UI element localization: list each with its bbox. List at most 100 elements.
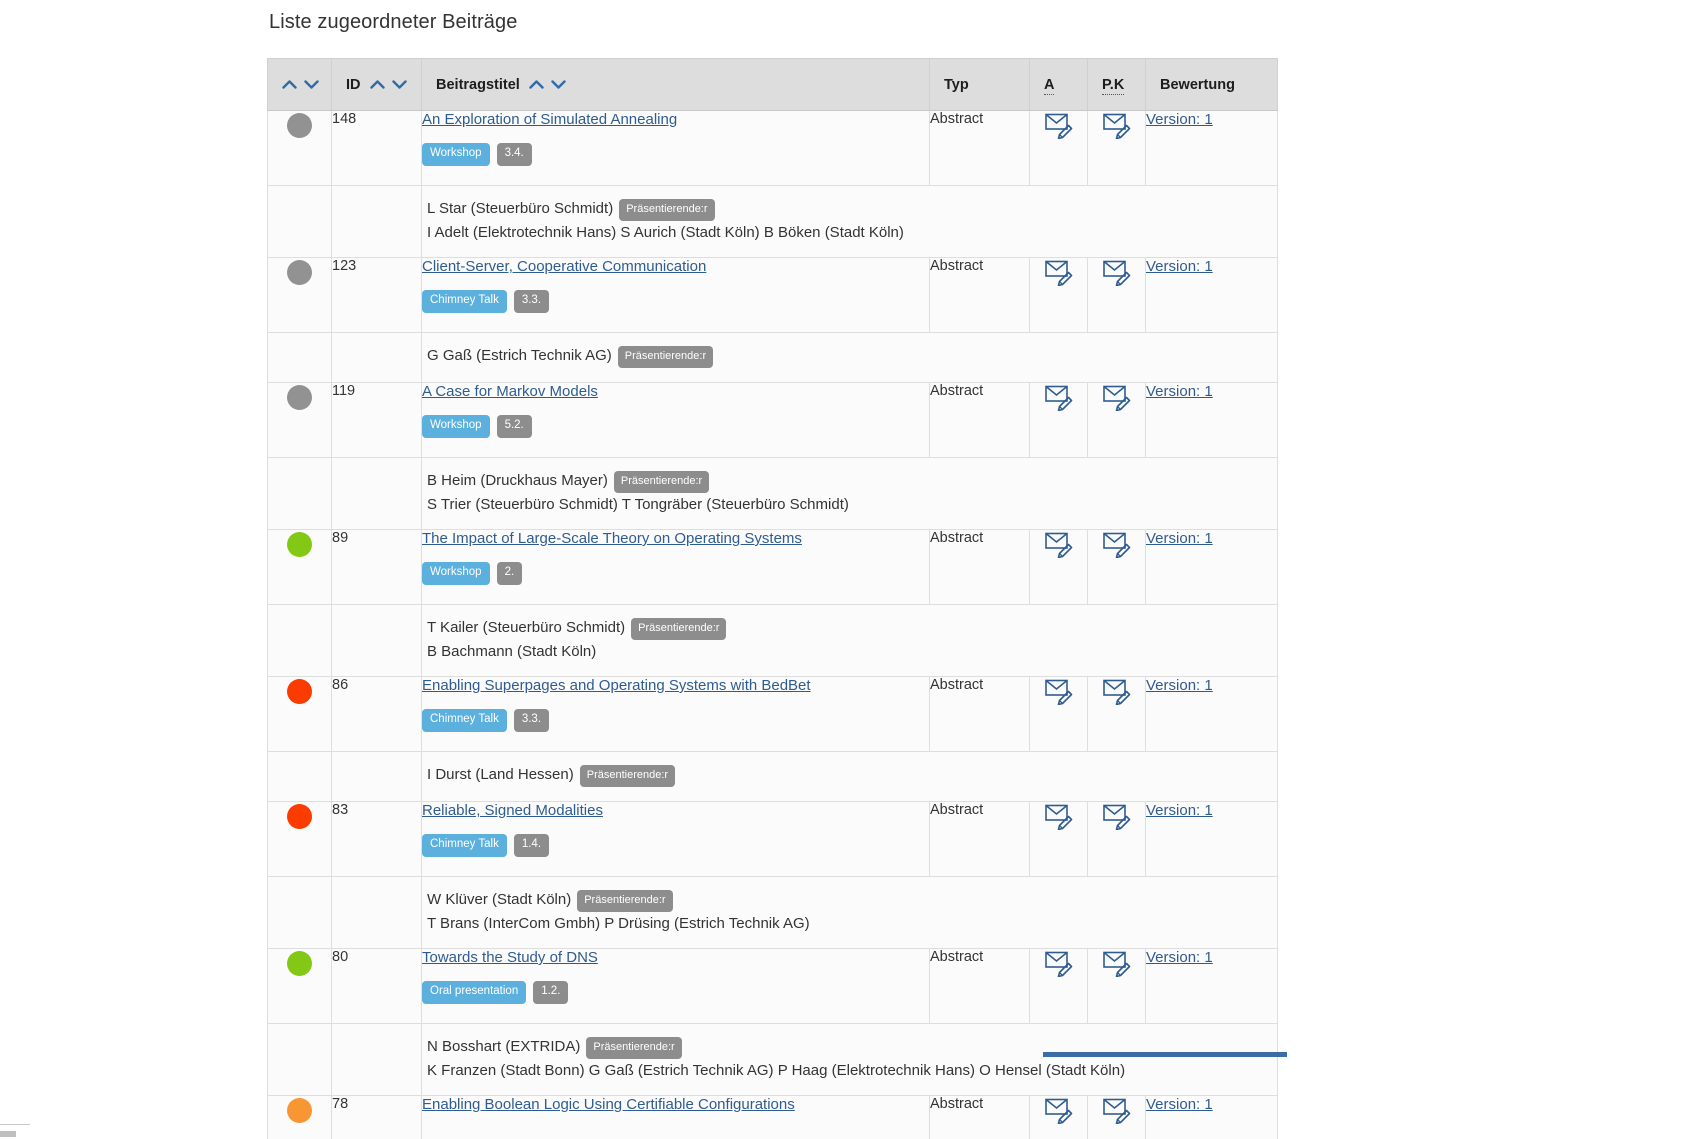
chevron-down-icon[interactable] [551, 79, 566, 90]
cell-typ: Abstract [929, 257, 1030, 333]
mail-edit-icon[interactable] [1044, 677, 1074, 709]
contribution-title-link[interactable]: Client-Server, Cooperative Communication [422, 258, 706, 276]
row-badges: Workshop 3.4. [422, 143, 929, 166]
presenter-badge: Präsentierende:r [619, 199, 715, 221]
cell-bewertung: Version: 1 [1145, 948, 1278, 1024]
status-dot-green [287, 532, 312, 557]
table-row-authors: I Durst (Land Hessen) Präsentierende:r [267, 751, 1278, 802]
table-row: 83 Reliable, Signed Modalities Chimney Tal… [267, 801, 1278, 877]
badge-session-number: 3.3. [513, 709, 550, 732]
table-row: 123 Client-Server, Cooperative Communicat… [267, 257, 1278, 333]
cell-author-mail [1029, 948, 1088, 1024]
contribution-title-link[interactable]: Enabling Superpages and Operating System… [422, 677, 811, 695]
version-link[interactable]: Version: 1 [1146, 677, 1213, 694]
page-title: Liste zugeordneter Beiträge [269, 11, 518, 33]
cell-author-mail [1029, 1095, 1088, 1139]
presenter-name: G Gaß (Estrich Technik AG) [427, 347, 612, 364]
mail-edit-icon[interactable] [1102, 383, 1132, 415]
mail-edit-icon[interactable] [1102, 258, 1132, 290]
contribution-title-link[interactable]: The Impact of Large-Scale Theory on Oper… [422, 530, 802, 548]
cell-authors: I Durst (Land Hessen) Präsentierende:r [421, 751, 1278, 802]
contribution-title-link[interactable]: Reliable, Signed Modalities [422, 802, 603, 820]
column-header-typ: Typ [929, 58, 1030, 111]
badge-contribution-type: Chimney Talk [422, 290, 507, 313]
badge-session-number: 3.4. [496, 143, 532, 166]
mail-edit-icon[interactable] [1044, 802, 1074, 834]
cell-authors-spacer-id [331, 1023, 422, 1096]
cell-authors-spacer-id [331, 604, 422, 677]
cell-id: 89 [331, 529, 422, 605]
chevron-up-icon[interactable] [529, 79, 544, 90]
presenter-name: W Klüver (Stadt Köln) [427, 891, 572, 908]
mail-edit-icon[interactable] [1044, 383, 1074, 415]
badge-contribution-type: Chimney Talk [422, 834, 507, 857]
cell-authors-spacer-status [267, 332, 332, 383]
cell-title: An Exploration of Simulated Annealing Wor… [421, 110, 930, 186]
mail-edit-icon[interactable] [1044, 530, 1074, 562]
mail-edit-icon[interactable] [1044, 258, 1074, 290]
table-row: 86 Enabling Superpages and Operating Syst… [267, 676, 1278, 752]
status-dot-grey [287, 385, 312, 410]
presenter-name: T Kailer (Steuerbüro Schmidt) [427, 619, 626, 636]
version-link[interactable]: Version: 1 [1146, 111, 1213, 128]
row-badges: Chimney Talk 3.3. [422, 709, 929, 732]
cell-authors-spacer-status [267, 1023, 332, 1096]
mail-edit-icon[interactable] [1102, 802, 1132, 834]
contribution-title-link[interactable]: Towards the Study of DNS [422, 949, 598, 967]
mail-edit-icon[interactable] [1102, 677, 1132, 709]
version-link[interactable]: Version: 1 [1146, 802, 1213, 819]
cell-typ: Abstract [929, 948, 1030, 1024]
version-link[interactable]: Version: 1 [1146, 530, 1213, 547]
cell-presenter-mail [1087, 676, 1146, 752]
chevron-up-icon[interactable] [282, 79, 297, 90]
mail-edit-icon[interactable] [1044, 111, 1074, 143]
mail-edit-icon[interactable] [1044, 949, 1074, 981]
co-authors-line: I Adelt (Elektrotechnik Hans) S Aurich (… [427, 224, 904, 241]
mail-edit-icon[interactable] [1102, 949, 1132, 981]
cell-authors-spacer-status [267, 185, 332, 258]
contribution-title-link[interactable]: A Case for Markov Models [422, 383, 598, 401]
table-row: 78 Enabling Boolean Logic Using Certifiab… [267, 1095, 1278, 1139]
presenter-line: B Heim (Druckhaus Mayer) Präsentierende:r [427, 470, 1267, 493]
table-row: 148 An Exploration of Simulated Annealing… [267, 110, 1278, 186]
contribution-title-link[interactable]: Enabling Boolean Logic Using Certifiable… [422, 1096, 795, 1114]
column-header-status [267, 58, 332, 111]
mail-edit-icon[interactable] [1044, 1096, 1074, 1128]
presenter-badge: Präsentierende:r [613, 471, 710, 493]
horizontal-scrollbar[interactable] [1043, 1052, 1287, 1057]
mail-edit-icon[interactable] [1102, 111, 1132, 143]
chevron-down-icon[interactable] [391, 79, 407, 90]
table-row: 80 Towards the Study of DNS Oral presentat… [267, 948, 1278, 1024]
table-header: ID Beitragstitel Typ A P.K Bewertung [267, 58, 1278, 111]
status-dot-green [287, 951, 312, 976]
presenter-badge: Präsentierende:r [617, 346, 714, 368]
column-header-typ-label: Typ [944, 76, 969, 93]
version-link[interactable]: Version: 1 [1146, 258, 1213, 275]
mail-edit-icon[interactable] [1102, 1096, 1132, 1128]
version-link[interactable]: Version: 1 [1146, 1096, 1213, 1113]
row-badges: Workshop 2. [422, 562, 929, 585]
column-header-bewertung-label: Bewertung [1160, 76, 1235, 93]
cell-typ: Abstract [929, 110, 1030, 186]
cell-id: 148 [331, 110, 422, 186]
cell-bewertung: Version: 1 [1145, 529, 1278, 605]
table-row-authors: N Bosshart (EXTRIDA) Präsentierende:r K Fr… [267, 1023, 1278, 1096]
chevron-up-icon[interactable] [369, 79, 385, 90]
column-header-title: Beitragstitel [421, 58, 930, 111]
cell-authors: N Bosshart (EXTRIDA) Präsentierende:r K Fr… [421, 1023, 1278, 1096]
contribution-title-link[interactable]: An Exploration of Simulated Annealing [422, 111, 677, 129]
cell-authors: L Star (Steuerbüro Schmidt) Präsentierend… [421, 185, 1278, 258]
cell-authors-spacer-status [267, 457, 332, 530]
table-row-authors: W Klüver (Stadt Köln) Präsentierende:r T B… [267, 876, 1278, 949]
version-link[interactable]: Version: 1 [1146, 949, 1213, 966]
cell-bewertung: Version: 1 [1145, 1095, 1278, 1139]
cell-typ: Abstract [929, 529, 1030, 605]
chevron-down-icon[interactable] [304, 79, 319, 90]
mail-edit-icon[interactable] [1102, 530, 1132, 562]
version-link[interactable]: Version: 1 [1146, 383, 1213, 400]
presenter-badge: Präsentierende:r [631, 618, 727, 640]
badge-contribution-type: Workshop [422, 415, 490, 438]
cell-author-mail [1029, 676, 1088, 752]
co-authors-line: S Trier (Steuerbüro Schmidt) T Tongräber… [427, 496, 849, 513]
co-authors-line: T Brans (InterCom Gmbh) P Drüsing (Estri… [427, 915, 810, 932]
